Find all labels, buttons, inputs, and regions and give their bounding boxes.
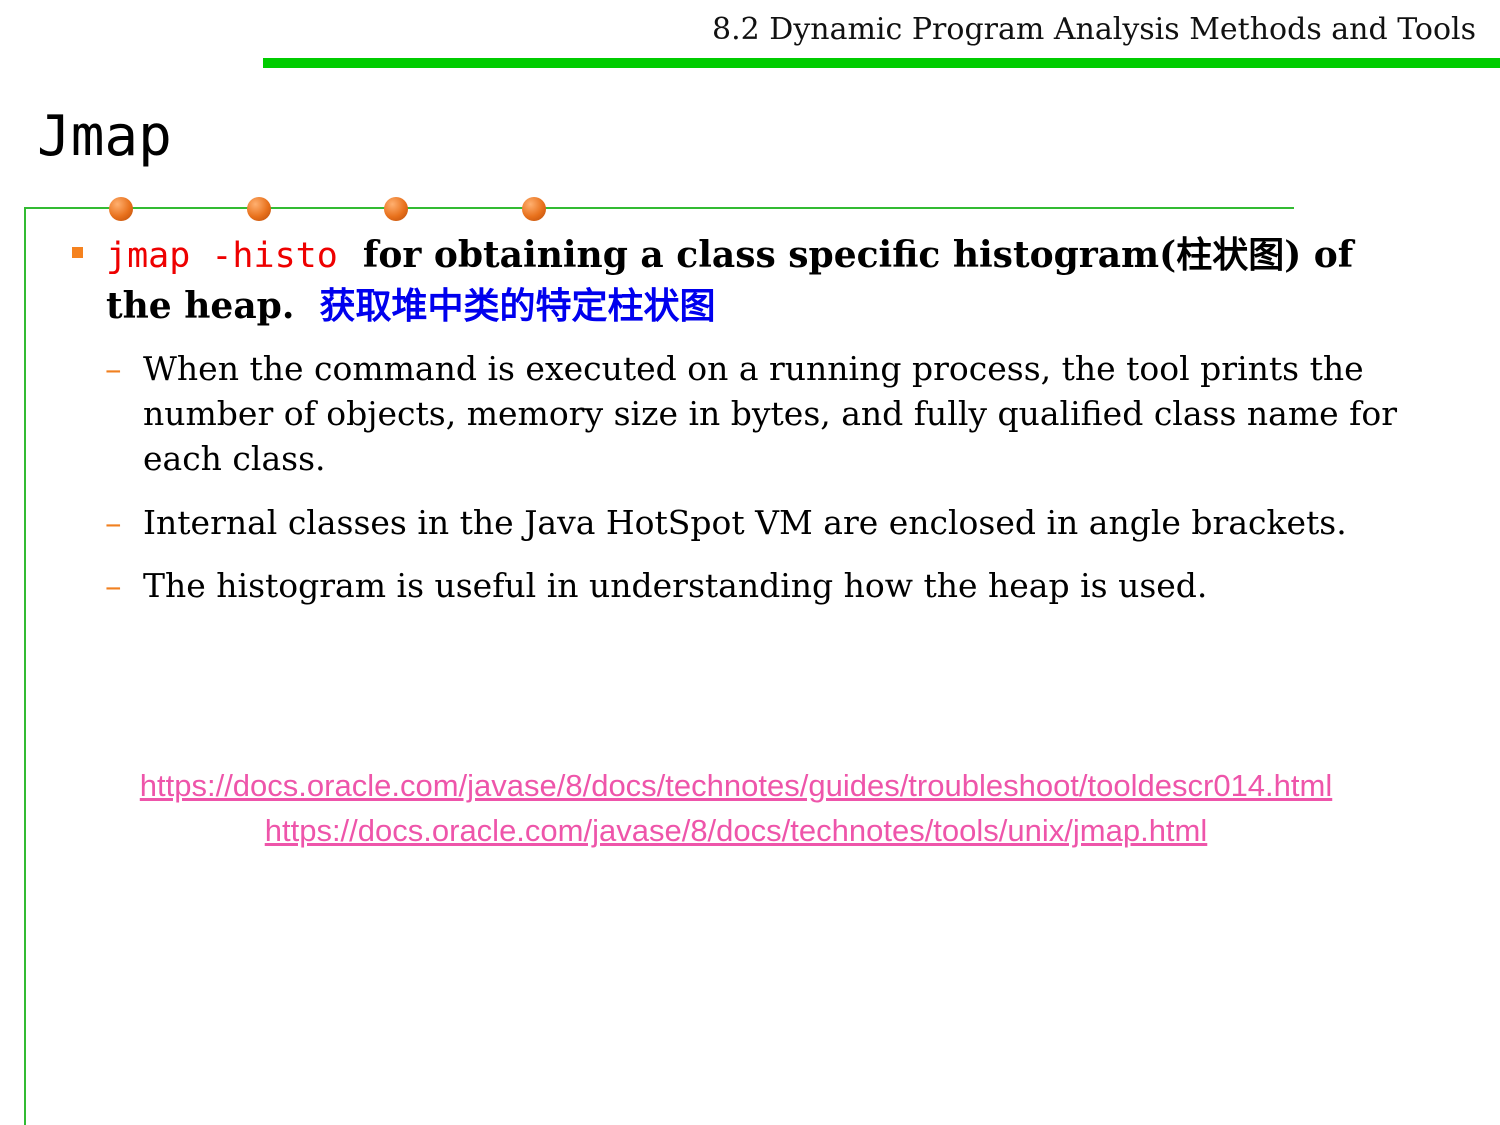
- command-text: jmap -histo: [106, 236, 338, 276]
- sub-bullet-dash: –: [105, 349, 122, 388]
- section-header: 8.2 Dynamic Program Analysis Methods and…: [712, 12, 1476, 47]
- chinese-translation: 获取堆中类的特定柱状图: [319, 285, 716, 327]
- slide-title: Jmap: [37, 104, 172, 169]
- reference-links: https://docs.oracle.com/javase/8/docs/te…: [0, 763, 1472, 853]
- bullet-square-icon: [72, 247, 83, 258]
- sub-point: The histogram is useful in understanding…: [143, 566, 1208, 605]
- sub-point: Internal classes in the Java HotSpot VM …: [143, 503, 1347, 542]
- oracle-troubleshoot-link[interactable]: https://docs.oracle.com/javase/8/docs/te…: [140, 763, 1332, 808]
- main-point-cn-term: 柱状图: [1176, 234, 1285, 276]
- main-bullet-point: jmap -histo for obtaining a class specif…: [106, 230, 1406, 331]
- frame-left-line: [24, 207, 26, 1125]
- sub-point: When the command is executed on a runnin…: [143, 349, 1397, 478]
- decorative-dot: [247, 197, 271, 221]
- header-rule: [263, 58, 1500, 68]
- decorative-dot: [522, 197, 546, 221]
- sub-bullet-dash: –: [105, 503, 122, 542]
- sub-bullet-dash: –: [105, 566, 122, 605]
- oracle-jmap-link[interactable]: https://docs.oracle.com/javase/8/docs/te…: [265, 808, 1208, 853]
- frame-top-line: [24, 207, 1294, 209]
- main-point-text-before: for obtaining a class specific histogram…: [362, 234, 1177, 276]
- decorative-dot: [384, 197, 408, 221]
- decorative-dot: [109, 197, 133, 221]
